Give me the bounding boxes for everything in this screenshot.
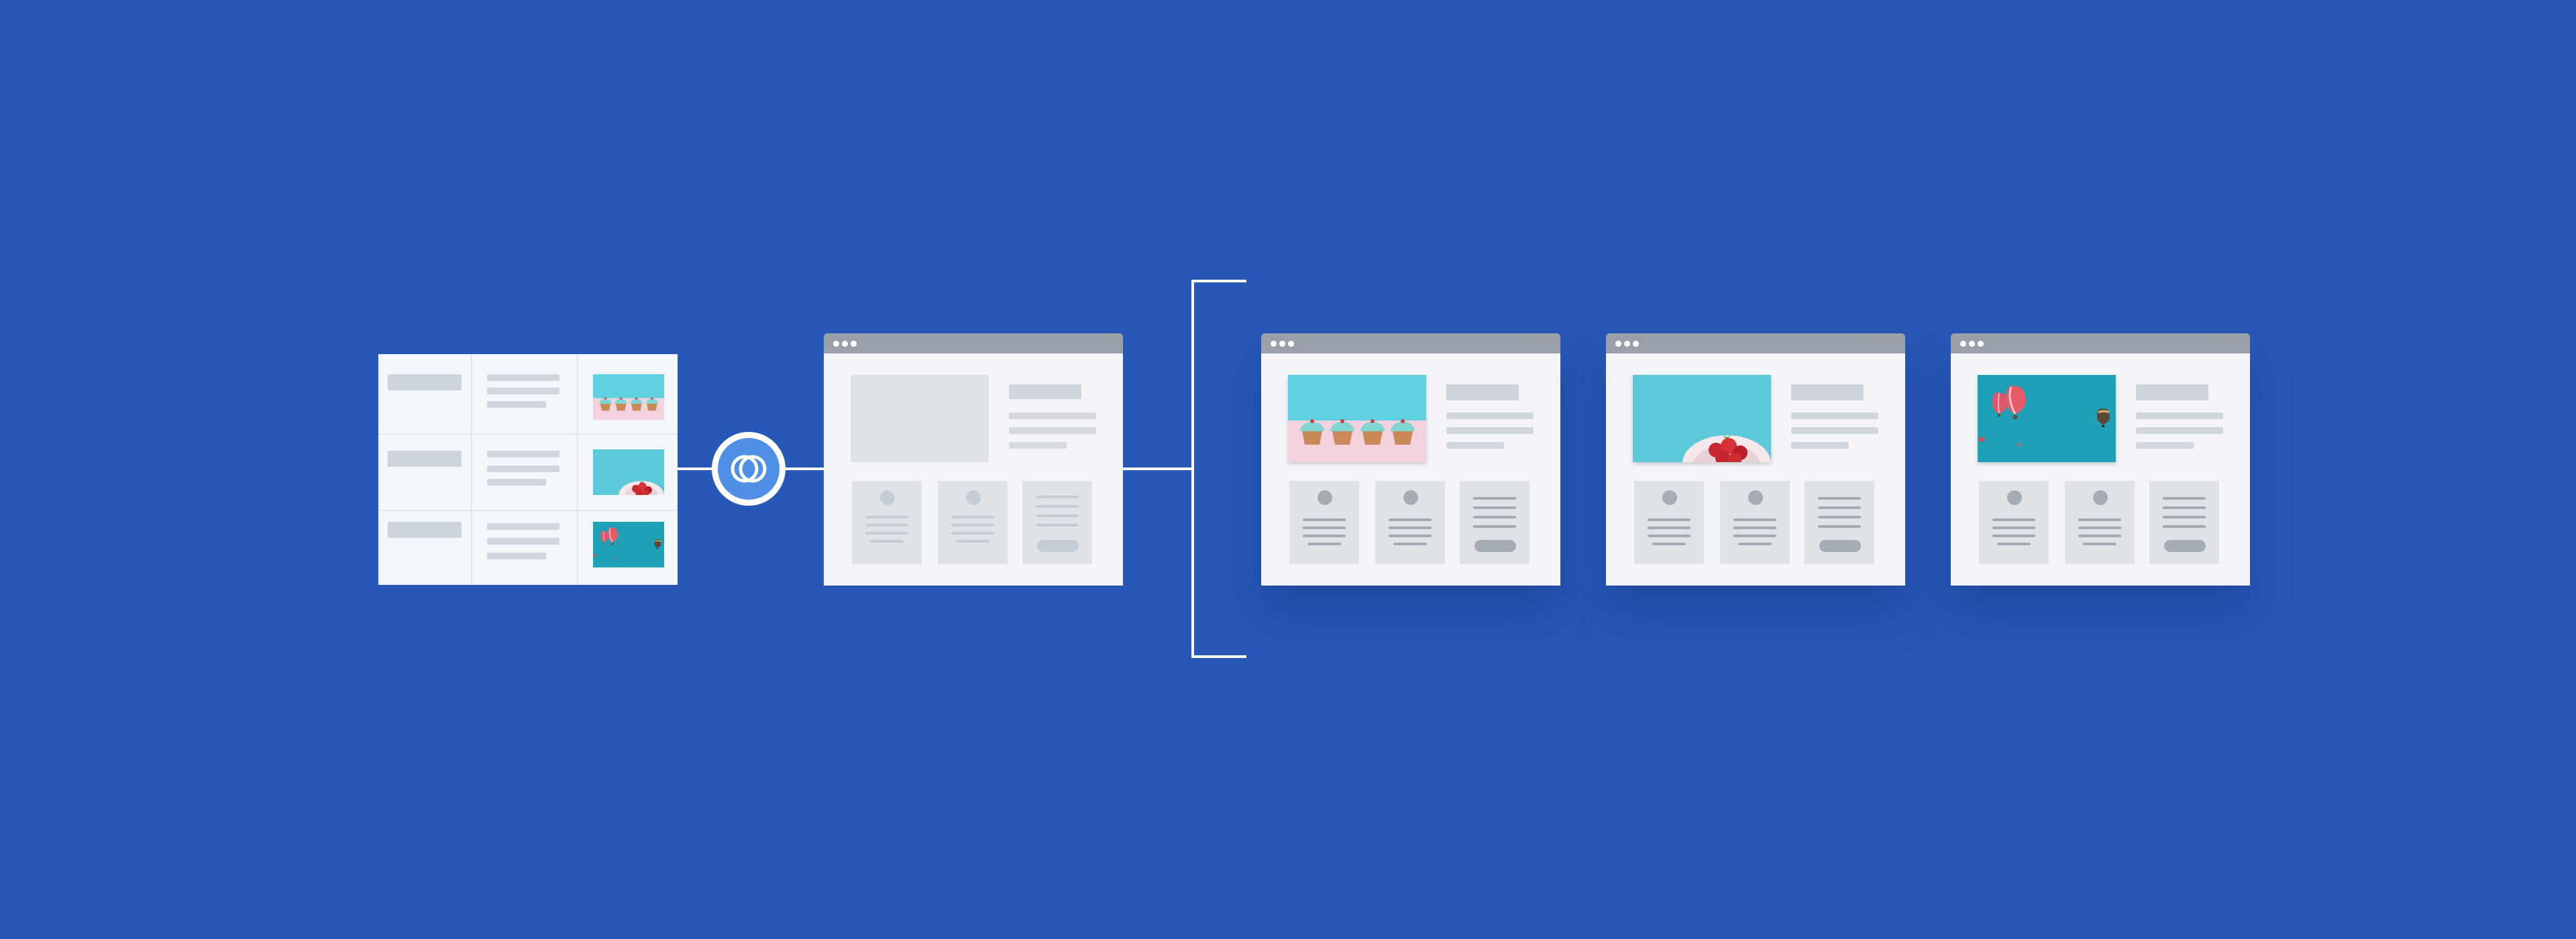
window-chrome bbox=[1606, 333, 1905, 353]
table-cell bbox=[378, 435, 472, 511]
cupcakes-image bbox=[1288, 375, 1426, 462]
bracket-vertical bbox=[1191, 280, 1194, 658]
card-button bbox=[1037, 540, 1079, 552]
diagram bbox=[0, 0, 2576, 939]
window-chrome bbox=[824, 333, 1123, 353]
card-button bbox=[1474, 540, 1516, 552]
content-card bbox=[1460, 481, 1529, 564]
link-node bbox=[712, 432, 786, 506]
content-card bbox=[2065, 481, 2135, 564]
template-window bbox=[824, 333, 1123, 586]
balloons-thumbnail bbox=[593, 522, 664, 567]
bracket-bottom-arm bbox=[1191, 655, 1246, 658]
card-button bbox=[2164, 540, 2206, 552]
table-cell bbox=[472, 511, 578, 585]
content-card bbox=[1979, 481, 2049, 564]
source-data-table bbox=[378, 354, 678, 585]
table-cell bbox=[472, 354, 578, 435]
content-card bbox=[1634, 481, 1704, 564]
link-icon bbox=[731, 455, 767, 483]
window-chrome bbox=[1951, 333, 2250, 353]
strawberries-image bbox=[1633, 375, 1771, 462]
content-card bbox=[1022, 481, 1092, 564]
table-cell bbox=[378, 354, 472, 435]
connector-line-left bbox=[678, 467, 715, 470]
bracket-top-arm bbox=[1191, 280, 1246, 282]
content-card bbox=[852, 481, 922, 564]
table-cell bbox=[378, 511, 472, 585]
table-cell bbox=[578, 511, 678, 585]
content-card bbox=[1375, 481, 1445, 564]
table-cell bbox=[472, 435, 578, 511]
cupcakes-thumbnail bbox=[593, 374, 664, 420]
content-card bbox=[1720, 481, 1790, 564]
table-cell bbox=[578, 435, 678, 511]
strawberries-thumbnail bbox=[593, 449, 664, 495]
hero-image-placeholder bbox=[851, 375, 989, 462]
generated-page-3 bbox=[1951, 333, 2250, 586]
connector-line-right bbox=[1123, 467, 1193, 470]
content-card bbox=[938, 481, 1008, 564]
hot-air-balloons-image bbox=[1978, 375, 2116, 462]
content-card bbox=[1289, 481, 1359, 564]
generated-page-2 bbox=[1606, 333, 1905, 586]
card-button bbox=[1819, 540, 1861, 552]
table-cell bbox=[578, 354, 678, 435]
window-chrome bbox=[1261, 333, 1560, 353]
generated-page-1 bbox=[1261, 333, 1560, 586]
connector-line-middle bbox=[782, 467, 824, 470]
content-card bbox=[1805, 481, 1874, 564]
content-card bbox=[2149, 481, 2219, 564]
